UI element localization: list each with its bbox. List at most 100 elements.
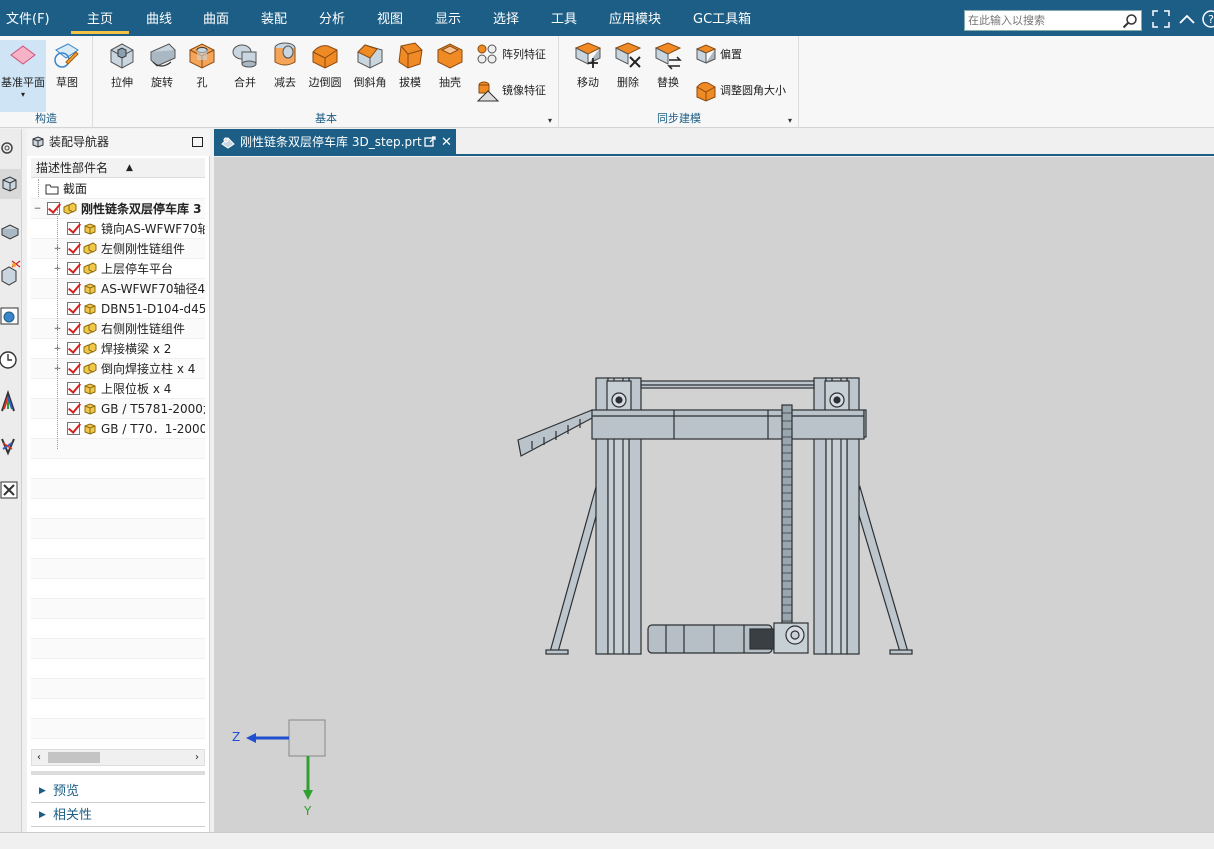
- search-box[interactable]: [964, 10, 1142, 31]
- component-icon: [84, 223, 96, 235]
- view-triad[interactable]: Z Y: [230, 712, 330, 822]
- resize-blend-button[interactable]: 调整圆角大小: [694, 78, 786, 104]
- edge-blend-button[interactable]: 边倒圆: [305, 40, 345, 90]
- menu-applications[interactable]: 应用模块: [609, 0, 661, 36]
- menu-display[interactable]: 显示: [435, 0, 461, 36]
- menu-gc-toolkit[interactable]: GC工具箱: [693, 0, 751, 36]
- visualization-palette-icon[interactable]: [0, 387, 22, 417]
- horizontal-scrollbar[interactable]: ‹ ›: [31, 749, 205, 766]
- extrude-label: 拉伸: [111, 76, 133, 89]
- menu-analysis[interactable]: 分析: [319, 0, 345, 36]
- panel-splitter[interactable]: [31, 771, 205, 775]
- collapse-ribbon-icon[interactable]: [1178, 10, 1196, 28]
- menu-select[interactable]: 选择: [493, 0, 519, 36]
- mirror-feature-button[interactable]: 镜像特征: [476, 78, 546, 104]
- visibility-checkbox[interactable]: [67, 382, 80, 395]
- assembly-navigator-icon[interactable]: [0, 169, 22, 199]
- visibility-checkbox[interactable]: [67, 362, 80, 375]
- menu-view[interactable]: 视图: [377, 0, 403, 36]
- visibility-checkbox[interactable]: [67, 262, 80, 275]
- extrude-button[interactable]: 拉伸: [102, 40, 142, 90]
- visibility-checkbox[interactable]: [67, 322, 80, 335]
- tree-empty-row: [31, 599, 205, 619]
- scroll-right-icon[interactable]: ›: [190, 750, 204, 765]
- visibility-checkbox[interactable]: [67, 282, 80, 295]
- menu-assembly[interactable]: 装配: [261, 0, 287, 36]
- file-menu[interactable]: 文件(F): [6, 0, 50, 36]
- menu-home[interactable]: 主页: [70, 0, 130, 36]
- visibility-checkbox[interactable]: [47, 202, 60, 215]
- menu-curve[interactable]: 曲线: [146, 0, 172, 36]
- datum-plane-dropdown-icon[interactable]: ▾: [0, 90, 46, 99]
- tree-node-label: AS-WFWF70轴径4: [101, 282, 205, 296]
- tree-node-label: 刚性链条双层停车库 3: [81, 202, 202, 216]
- rigid-chain: [781, 404, 793, 634]
- revolve-button[interactable]: 旋转: [142, 40, 182, 90]
- replace-face-button[interactable]: 替换: [648, 40, 688, 90]
- unite-label: 合并: [234, 76, 256, 89]
- history-clock-icon[interactable]: [0, 345, 22, 375]
- help-icon[interactable]: ?: [1202, 10, 1214, 28]
- tree-folder-sections[interactable]: 截面: [31, 179, 205, 199]
- graphics-viewport[interactable]: Z Y: [214, 157, 1214, 832]
- hole-button[interactable]: 孔: [182, 40, 222, 90]
- replace-face-label: 替换: [657, 76, 679, 89]
- tools-wrench-icon[interactable]: [0, 475, 22, 505]
- column-header-part-name[interactable]: 描述性部件名 ▲: [31, 158, 205, 178]
- tree-empty-row: [31, 559, 205, 579]
- reuse-library-icon[interactable]: [0, 431, 22, 461]
- search-icon[interactable]: [1122, 13, 1138, 29]
- web-browser-icon[interactable]: [0, 301, 22, 331]
- ribbon: 基准平面 ▾ 草图 构造 拉伸 旋转 孔 合并 减去 边倒圆 倒斜角 拔模 抽壳…: [0, 36, 1214, 128]
- move-face-button[interactable]: 移动: [568, 40, 608, 90]
- menubar: 文件(F) 主页 曲线 曲面 装配 分析 视图 显示 选择 工具 应用模块 GC…: [0, 0, 1214, 36]
- dependencies-panel-header[interactable]: ▶ 相关性: [31, 804, 205, 827]
- settings-gear-icon[interactable]: [0, 133, 22, 163]
- shell-button[interactable]: 抽壳: [430, 40, 470, 90]
- scrollbar-thumb[interactable]: [48, 752, 100, 763]
- tree-connector-line: [38, 179, 39, 197]
- mirror-feature-label: 镜像特征: [502, 84, 546, 97]
- visibility-checkbox[interactable]: [67, 402, 80, 415]
- delete-face-button[interactable]: 删除: [608, 40, 648, 90]
- parking-garage-model[interactable]: [214, 157, 1214, 832]
- scroll-left-icon[interactable]: ‹: [32, 750, 46, 765]
- pattern-feature-button[interactable]: 阵列特征: [476, 42, 546, 68]
- subtract-button[interactable]: 减去: [265, 40, 305, 90]
- visibility-checkbox[interactable]: [67, 422, 80, 435]
- menu-surface[interactable]: 曲面: [203, 0, 229, 36]
- visibility-checkbox[interactable]: [67, 222, 80, 235]
- chamfer-button[interactable]: 倒斜角: [350, 40, 390, 90]
- tree-node-label: 左侧刚性链组件: [101, 242, 186, 256]
- visibility-checkbox[interactable]: [67, 242, 80, 255]
- sync-modeling-more-icon[interactable]: ▾: [788, 116, 792, 125]
- close-tab-icon[interactable]: ✕: [441, 129, 452, 156]
- document-tab[interactable]: 刚性链条双层停车库 3D_step.prt ✕: [214, 129, 456, 156]
- pattern-feature-label: 阵列特征: [502, 48, 546, 61]
- sort-ascending-icon[interactable]: ▲: [126, 158, 133, 178]
- draft-button[interactable]: 拔模: [390, 40, 430, 90]
- datum-plane-button[interactable]: 基准平面 ▾: [0, 40, 46, 112]
- menu-tools[interactable]: 工具: [551, 0, 577, 36]
- collapse-icon[interactable]: −: [33, 205, 42, 214]
- search-input[interactable]: [965, 11, 1115, 30]
- chamfer-label: 倒斜角: [353, 76, 387, 89]
- delete-face-label: 删除: [617, 76, 639, 89]
- part-navigator-icon[interactable]: [0, 257, 22, 287]
- document-tab-title: 刚性链条双层停车库 3D_step.prt: [240, 135, 422, 149]
- visibility-checkbox[interactable]: [67, 342, 80, 355]
- offset-face-button[interactable]: 偏置: [694, 42, 742, 68]
- basic-group-more-icon[interactable]: ▾: [548, 116, 552, 125]
- subassembly-icon: [83, 262, 97, 275]
- visibility-checkbox[interactable]: [67, 302, 80, 315]
- unite-icon: [232, 44, 257, 68]
- popout-window-icon[interactable]: [424, 136, 436, 148]
- tree-node-label: 上限位板 x 4: [101, 382, 172, 396]
- maximize-icon[interactable]: [192, 137, 203, 147]
- resource-bar: [0, 129, 22, 832]
- constraint-navigator-icon[interactable]: [0, 213, 22, 243]
- preview-panel-header[interactable]: ▶ 预览: [31, 780, 205, 803]
- fullscreen-icon[interactable]: [1152, 10, 1170, 28]
- unite-button[interactable]: 合并: [225, 40, 265, 90]
- sketch-button[interactable]: 草图: [47, 40, 87, 90]
